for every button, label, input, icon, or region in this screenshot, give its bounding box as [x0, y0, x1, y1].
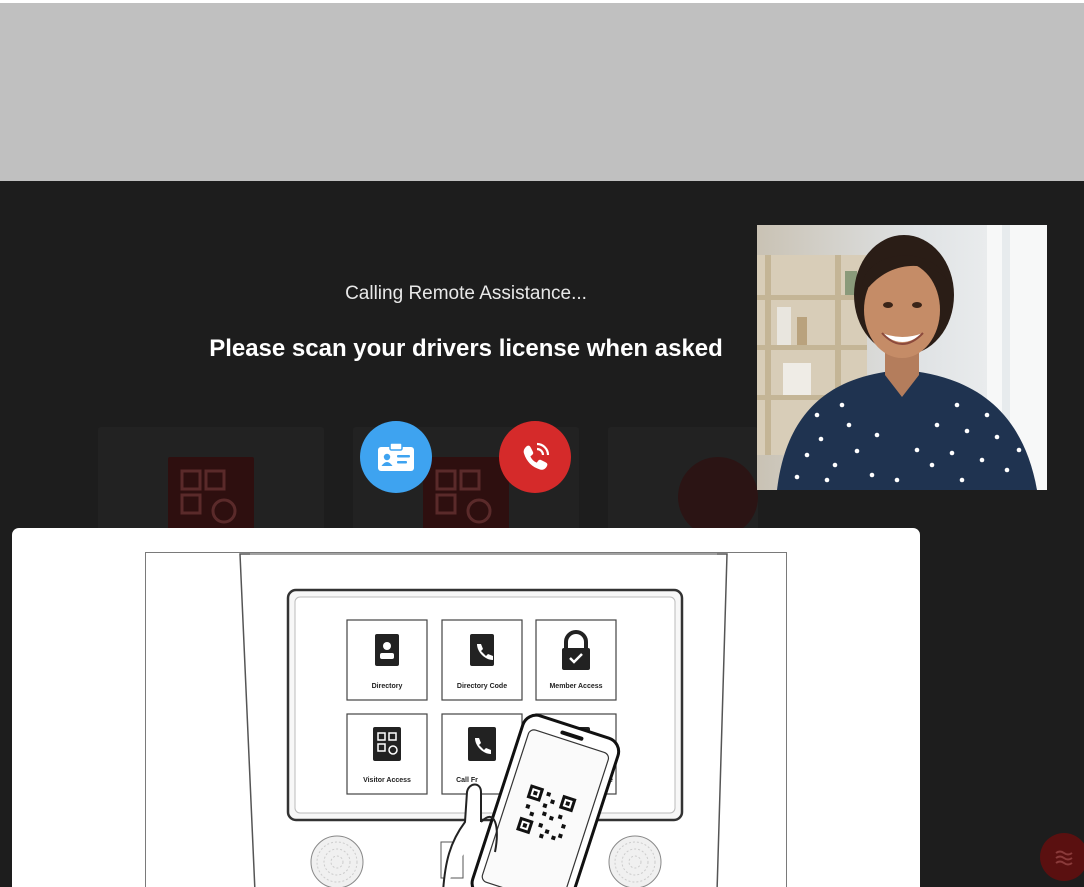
tile-label-visitor-access: Visitor Access: [363, 777, 411, 784]
top-banner: [0, 0, 1084, 181]
ghost-circle-icon: [678, 457, 758, 537]
scan-license-button[interactable]: [360, 421, 432, 493]
tile-label-directory-code: Directory Code: [457, 683, 507, 690]
qr-code-icon: [168, 457, 254, 537]
speaker-grille-right: [608, 835, 662, 887]
wave-lines-icon: [1055, 850, 1073, 866]
background-tile-1: [98, 427, 324, 537]
kiosk-scan-illustration: Directory Directory Code Member Access V…: [145, 552, 787, 887]
phone-hangup-icon: [523, 442, 550, 470]
id-card-icon: [378, 442, 414, 471]
background-tile-3: [608, 427, 758, 537]
speaker-grille-left: [310, 835, 364, 887]
remote-agent-video: [757, 225, 1047, 490]
corner-action-button[interactable]: [1040, 833, 1084, 881]
end-call-button[interactable]: [499, 421, 571, 493]
qr-code-icon: [423, 457, 509, 537]
scan-instruction-panel: Directory Directory Code Member Access V…: [12, 528, 920, 887]
tile-label-call: Call Fr: [456, 777, 478, 784]
tile-label-member-access: Member Access: [549, 683, 602, 690]
tile-label-directory: Directory: [372, 683, 403, 690]
top-divider: [0, 0, 1084, 3]
remote-assistance-screen: Calling Remote Assistance... Please scan…: [0, 181, 1084, 887]
